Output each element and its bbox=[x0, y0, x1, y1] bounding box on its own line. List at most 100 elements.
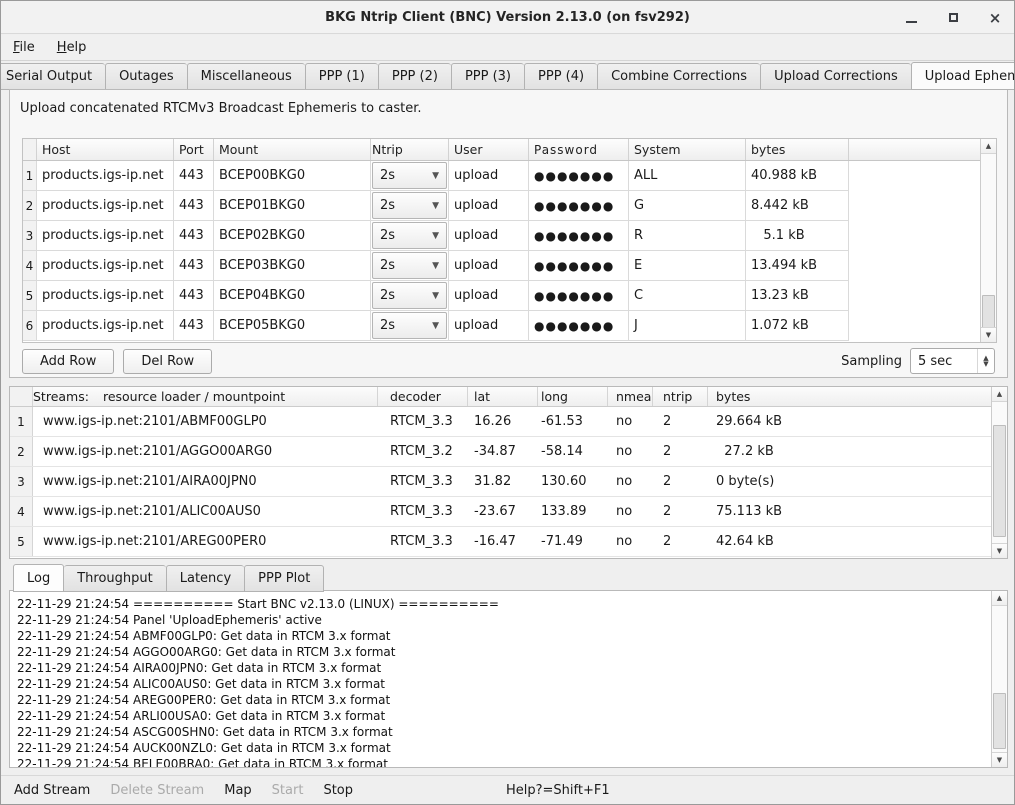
scroll-up-icon[interactable]: ▲ bbox=[992, 591, 1007, 606]
upload-table-scrollbar[interactable]: ▲ ▼ bbox=[980, 139, 996, 342]
user-cell[interactable]: upload bbox=[449, 221, 529, 251]
menu-help[interactable]: Help bbox=[57, 40, 87, 55]
ntrip-select[interactable]: 2s▼ bbox=[372, 192, 447, 219]
tab-throughput[interactable]: Throughput bbox=[64, 565, 166, 592]
add-stream-button[interactable]: Add Stream bbox=[14, 783, 90, 798]
lat-header: lat bbox=[468, 387, 538, 406]
user-cell[interactable]: upload bbox=[449, 311, 529, 341]
stream-row[interactable]: 3www.igs-ip.net:2101/AIRA00JPN0RTCM_3.33… bbox=[10, 467, 991, 497]
add-row-button[interactable]: Add Row bbox=[22, 349, 114, 374]
mount-cell[interactable]: BCEP02BKG0 bbox=[214, 221, 371, 251]
user-cell[interactable]: upload bbox=[449, 281, 529, 311]
bytes-cell: 13.23 kB bbox=[746, 281, 849, 311]
sampling-spinbox[interactable]: 5 sec ▲▼ bbox=[910, 348, 995, 374]
streams-scrollbar[interactable]: ▲ ▼ bbox=[991, 387, 1007, 558]
mount-cell[interactable]: BCEP04BKG0 bbox=[214, 281, 371, 311]
password-cell[interactable]: ●●●●●●● bbox=[529, 161, 629, 191]
host-cell[interactable]: products.igs-ip.net bbox=[37, 161, 174, 191]
password-cell[interactable]: ●●●●●●● bbox=[529, 251, 629, 281]
tab-ppp-4[interactable]: PPP (4) bbox=[524, 63, 597, 90]
tab-latency[interactable]: Latency bbox=[166, 565, 244, 592]
port-cell[interactable]: 443 bbox=[174, 191, 214, 221]
stream-bytes: 75.113 kB bbox=[708, 497, 991, 526]
host-cell[interactable]: products.igs-ip.net bbox=[37, 221, 174, 251]
log-line: 22-11-29 21:24:54 AREG00PER0: Get data i… bbox=[17, 692, 991, 708]
stream-row[interactable]: 1www.igs-ip.net:2101/ABMF00GLP0RTCM_3.31… bbox=[10, 407, 991, 437]
tab-serial-output[interactable]: Serial Output bbox=[0, 63, 105, 90]
stream-lat: 16.26 bbox=[468, 407, 538, 436]
ntrip-select[interactable]: 2s▼ bbox=[372, 222, 447, 249]
tab-ppp-plot[interactable]: PPP Plot bbox=[244, 565, 324, 592]
row-number: 5 bbox=[23, 281, 37, 311]
row-number: 2 bbox=[10, 437, 33, 466]
host-cell[interactable]: products.igs-ip.net bbox=[37, 311, 174, 341]
scrollbar-thumb[interactable] bbox=[993, 693, 1006, 749]
user-cell[interactable]: upload bbox=[449, 161, 529, 191]
port-cell[interactable]: 443 bbox=[174, 221, 214, 251]
tab-ppp-1[interactable]: PPP (1) bbox=[305, 63, 378, 90]
del-row-button[interactable]: Del Row bbox=[123, 349, 212, 374]
tab-upload-ephemeris[interactable]: Upload Ephemeris bbox=[911, 62, 1015, 90]
ntrip-select[interactable]: 2s▼ bbox=[372, 282, 447, 309]
stream-row[interactable]: 2www.igs-ip.net:2101/AGGO00ARG0RTCM_3.2-… bbox=[10, 437, 991, 467]
scroll-down-icon[interactable]: ▼ bbox=[981, 327, 996, 342]
close-icon[interactable]: × bbox=[986, 9, 1004, 27]
tab-upload-corrections[interactable]: Upload Corrections bbox=[760, 63, 911, 90]
port-cell[interactable]: 443 bbox=[174, 251, 214, 281]
host-cell[interactable]: products.igs-ip.net bbox=[37, 251, 174, 281]
spin-down-icon[interactable]: ▼ bbox=[983, 361, 988, 367]
scroll-down-icon[interactable]: ▼ bbox=[992, 752, 1007, 767]
ntrip-select[interactable]: 2s▼ bbox=[372, 312, 447, 339]
tab-combine-corrections[interactable]: Combine Corrections bbox=[597, 63, 760, 90]
spinner-arrows[interactable]: ▲▼ bbox=[977, 349, 994, 373]
mount-cell[interactable]: BCEP03BKG0 bbox=[214, 251, 371, 281]
menu-file[interactable]: File bbox=[13, 40, 35, 55]
port-cell[interactable]: 443 bbox=[174, 281, 214, 311]
log-area: 22-11-29 21:24:54 ========== Start BNC v… bbox=[9, 590, 1008, 768]
minimize-icon[interactable] bbox=[902, 9, 920, 27]
log-scrollbar[interactable]: ▲ ▼ bbox=[991, 591, 1007, 767]
tab-ppp-3[interactable]: PPP (3) bbox=[451, 63, 524, 90]
mount-cell[interactable]: BCEP05BKG0 bbox=[214, 311, 371, 341]
system-cell[interactable]: G bbox=[629, 191, 746, 221]
ntrip-select[interactable]: 2s▼ bbox=[372, 162, 447, 189]
tab-outages[interactable]: Outages bbox=[105, 63, 187, 90]
scroll-up-icon[interactable]: ▲ bbox=[992, 387, 1007, 402]
log-line: 22-11-29 21:24:54 ARLI00USA0: Get data i… bbox=[17, 708, 991, 724]
ntrip-select[interactable]: 2s▼ bbox=[372, 252, 447, 279]
user-cell[interactable]: upload bbox=[449, 191, 529, 221]
scrollbar-thumb[interactable] bbox=[993, 425, 1006, 538]
stream-row[interactable]: 4www.igs-ip.net:2101/ALIC00AUS0RTCM_3.3-… bbox=[10, 497, 991, 527]
scroll-down-icon[interactable]: ▼ bbox=[992, 543, 1007, 558]
upload-table-header: HostPortMountNtripUserPasswordSystembyte… bbox=[23, 139, 980, 161]
host-cell[interactable]: products.igs-ip.net bbox=[37, 281, 174, 311]
map-button[interactable]: Map bbox=[224, 783, 251, 798]
tab-log[interactable]: Log bbox=[13, 564, 64, 592]
scroll-up-icon[interactable]: ▲ bbox=[981, 139, 996, 154]
sampling-value[interactable]: 5 sec bbox=[911, 349, 977, 373]
tab-miscellaneous[interactable]: Miscellaneous bbox=[187, 63, 305, 90]
maximize-icon[interactable] bbox=[944, 9, 962, 27]
system-cell[interactable]: E bbox=[629, 251, 746, 281]
mount-cell[interactable]: BCEP01BKG0 bbox=[214, 191, 371, 221]
port-cell[interactable]: 443 bbox=[174, 161, 214, 191]
password-cell[interactable]: ●●●●●●● bbox=[529, 281, 629, 311]
system-cell[interactable]: R bbox=[629, 221, 746, 251]
header-system: System bbox=[629, 139, 746, 160]
port-cell[interactable]: 443 bbox=[174, 311, 214, 341]
log-line: 22-11-29 21:24:54 AGGO00ARG0: Get data i… bbox=[17, 644, 991, 660]
password-cell[interactable]: ●●●●●●● bbox=[529, 311, 629, 341]
system-cell[interactable]: J bbox=[629, 311, 746, 341]
password-cell[interactable]: ●●●●●●● bbox=[529, 221, 629, 251]
panel-controls: Add Row Del Row Sampling 5 sec ▲▼ bbox=[22, 348, 995, 374]
system-cell[interactable]: ALL bbox=[629, 161, 746, 191]
system-cell[interactable]: C bbox=[629, 281, 746, 311]
filler-cell bbox=[849, 191, 980, 221]
tab-ppp-2[interactable]: PPP (2) bbox=[378, 63, 451, 90]
user-cell[interactable]: upload bbox=[449, 251, 529, 281]
password-cell[interactable]: ●●●●●●● bbox=[529, 191, 629, 221]
stream-row[interactable]: 5www.igs-ip.net:2101/AREG00PER0RTCM_3.3-… bbox=[10, 527, 991, 557]
host-cell[interactable]: products.igs-ip.net bbox=[37, 191, 174, 221]
mount-cell[interactable]: BCEP00BKG0 bbox=[214, 161, 371, 191]
stop-button[interactable]: Stop bbox=[323, 783, 353, 798]
